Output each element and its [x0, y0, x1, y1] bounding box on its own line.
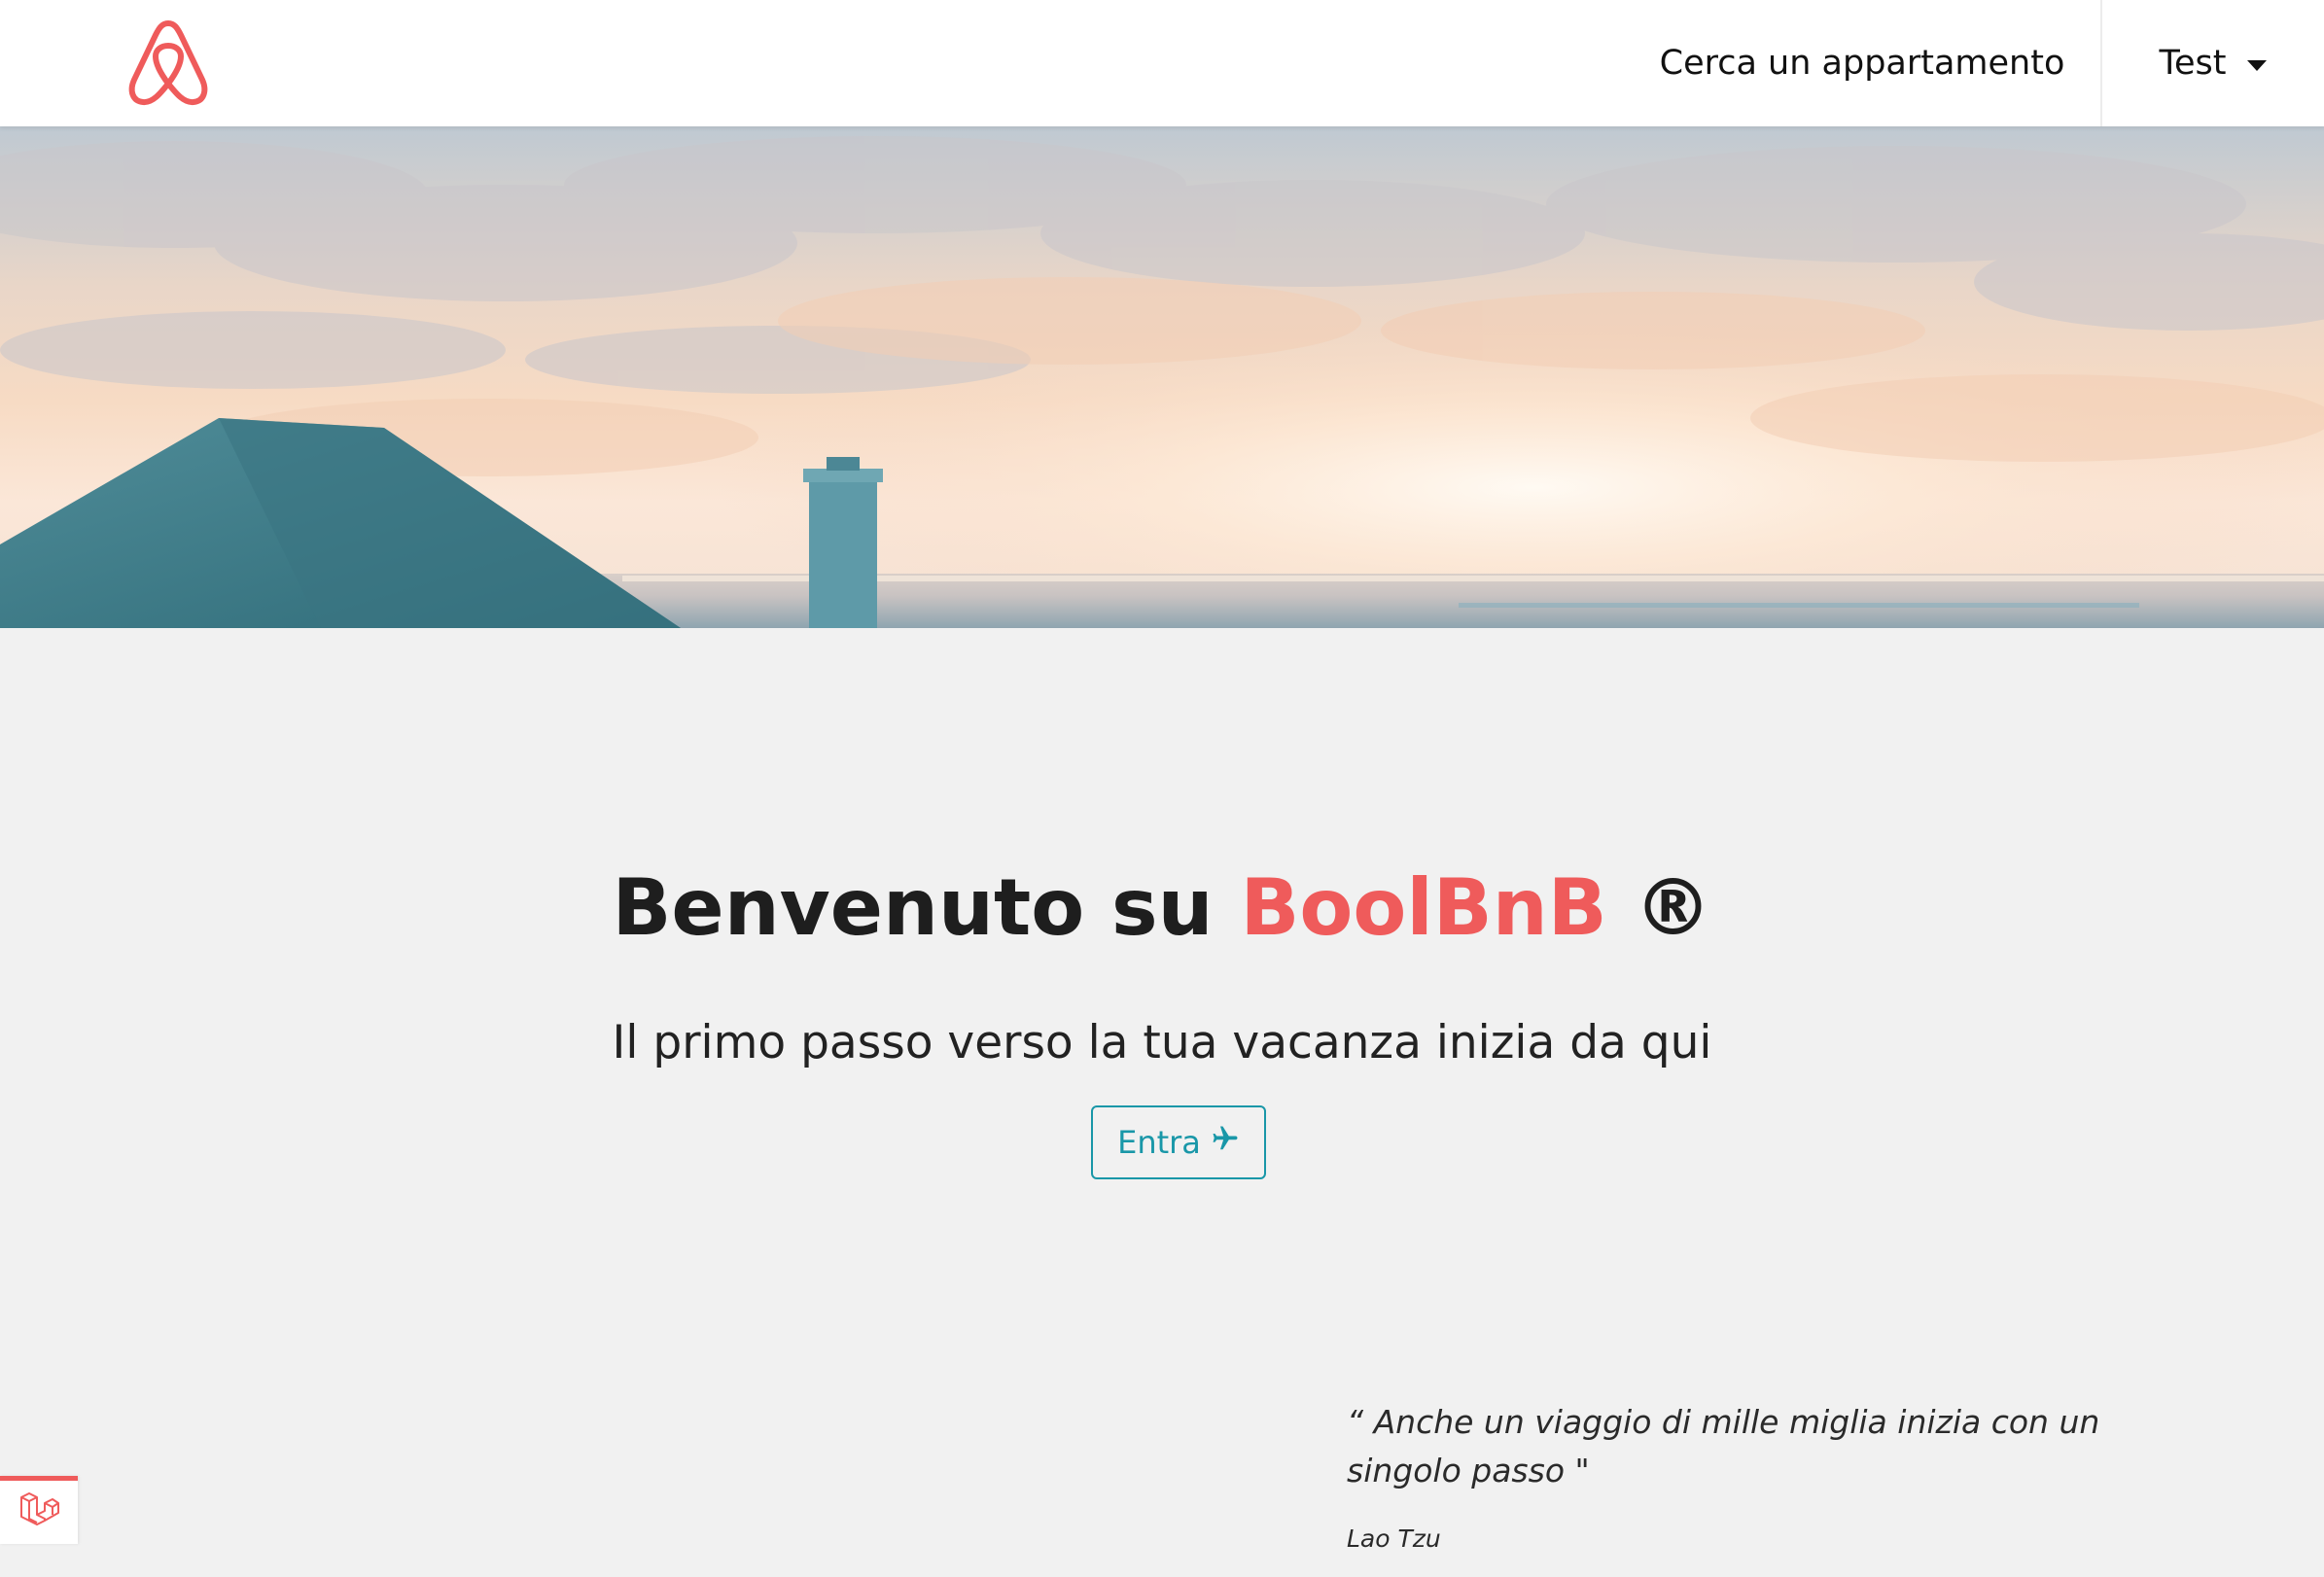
user-menu-label: Test	[2159, 44, 2227, 83]
enter-button[interactable]: Entra	[1091, 1105, 1266, 1179]
welcome-subtitle: Il primo passo verso la tua vacanza iniz…	[612, 1016, 1712, 1069]
registered-mark: ®	[1634, 861, 1712, 953]
quote-author: Lao Tzu	[1347, 1524, 1441, 1553]
laravel-badge[interactable]	[0, 1476, 78, 1544]
brand-name: BoolBnB	[1240, 861, 1607, 953]
nav-search-apartment-link[interactable]: Cerca un appartamento	[1624, 0, 2100, 126]
hero-image	[0, 126, 2324, 628]
airbnb-logo-icon[interactable]	[123, 16, 214, 109]
plane-icon	[1211, 1124, 1240, 1161]
user-menu-dropdown[interactable]: Test	[2102, 0, 2324, 126]
welcome-title: Benvenuto su BoolBnB ®	[0, 859, 2324, 957]
enter-button-label: Entra	[1117, 1124, 1201, 1161]
navbar: Cerca un appartamento Test	[0, 0, 2324, 126]
quote-text: “ Anche un viaggio di mille miglia inizi…	[1347, 1403, 2100, 1489]
welcome-title-prefix: Benvenuto su	[612, 861, 1214, 953]
laravel-icon	[18, 1491, 59, 1534]
caret-down-icon	[2247, 59, 2268, 71]
